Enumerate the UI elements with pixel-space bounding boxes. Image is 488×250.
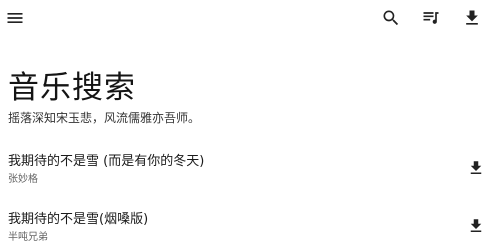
song-artist: 半吨兄弟 [8, 232, 48, 243]
menu-icon [7, 13, 23, 23]
download-icon [470, 161, 482, 174]
list-item[interactable]: 我期待的不是雪 (而是有你的冬天) 张妙格 [0, 146, 488, 204]
download-icon [466, 10, 478, 25]
list-item[interactable]: 我期待的不是雪(烟嗓版) 半吨兄弟 [0, 204, 488, 250]
song-title: 我期待的不是雪(烟嗓版) [8, 212, 149, 227]
search-icon [383, 10, 399, 26]
playlist-button[interactable] [419, 6, 443, 30]
top-app-bar [0, 0, 488, 36]
download-button[interactable] [460, 6, 484, 30]
song-title: 我期待的不是雪 (而是有你的冬天) [8, 154, 205, 169]
queue-music-icon [423, 12, 439, 24]
search-button[interactable] [379, 6, 403, 30]
app-window: 音乐搜索 摇落深知宋玉悲，风流儒雅亦吾师。 我期待的不是雪 (而是有你的冬天) … [0, 0, 488, 250]
song-artist: 张妙格 [8, 174, 38, 185]
song-list: 我期待的不是雪 (而是有你的冬天) 张妙格 我期待的不是雪(烟嗓版) 半吨兄弟 [0, 146, 488, 250]
download-icon [470, 219, 482, 232]
song-download-button[interactable] [466, 216, 486, 236]
page-title: 音乐搜索 [8, 70, 136, 106]
page-subtitle: 摇落深知宋玉悲，风流儒雅亦吾师。 [8, 111, 201, 125]
menu-button[interactable] [3, 6, 27, 30]
song-download-button[interactable] [466, 158, 486, 178]
